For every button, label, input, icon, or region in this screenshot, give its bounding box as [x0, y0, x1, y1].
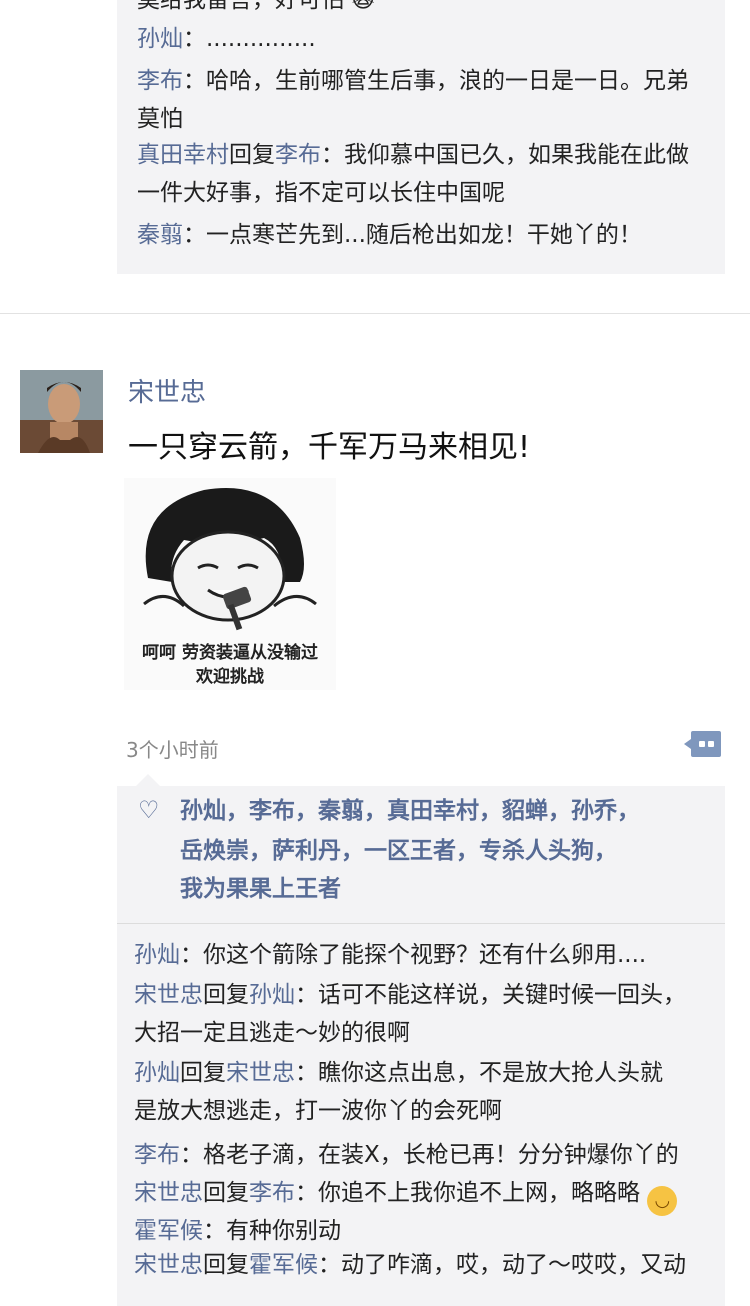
commenter-name[interactable]: 宋世忠 [134, 1252, 203, 1278]
dot-icon [699, 741, 705, 747]
like-user[interactable]: 貂蝉 [502, 798, 548, 824]
like-user[interactable]: 真田幸村 [387, 798, 479, 824]
comment-line[interactable]: 李布：哈哈，生前哪管生后事，浪的一日是一日。兄弟 [137, 62, 689, 100]
likes-list: 岳焕崇，萨利丹，一区王者，专杀人头狗， [180, 838, 617, 864]
comment-line[interactable]: 秦翦：一点寒芒先到...随后枪出如龙！干她丫的！ [137, 216, 642, 254]
comment-line[interactable]: 霍军候：有种你别动 [134, 1212, 341, 1250]
reply-target-name[interactable]: 李布 [275, 142, 321, 168]
comment-line[interactable]: 宋世忠回复孙灿：话可不能这样说，关键时候一回头， [134, 976, 686, 1014]
post-author-name[interactable]: 宋世忠 [128, 372, 206, 409]
heart-icon: ♡ [138, 796, 160, 824]
like-user[interactable]: 我为果果上王者 [180, 876, 341, 902]
commenter-name[interactable]: 李布 [137, 68, 183, 94]
commenter-name[interactable]: 孙灿 [137, 26, 183, 52]
commenter-name[interactable]: 李布 [134, 1142, 180, 1168]
post-divider [0, 313, 750, 314]
comment-line-continued: 莫怕 [137, 106, 183, 132]
comment-line[interactable]: 孙灿：............... [137, 20, 316, 58]
like-user[interactable]: 一区王者 [364, 838, 456, 864]
like-user[interactable]: 孙乔 [571, 798, 617, 824]
reply-target-name[interactable]: 李布 [249, 1180, 295, 1206]
comment-menu-button[interactable] [684, 731, 721, 757]
reply-target-name[interactable]: 霍军候 [249, 1252, 318, 1278]
commenter-name[interactable]: 宋世忠 [134, 982, 203, 1008]
like-user[interactable]: 孙灿 [180, 798, 226, 824]
commenter-name[interactable]: 孙灿 [134, 1060, 180, 1086]
likes-list: 孙灿，李布，秦翦，真田幸村，貂蝉，孙乔， [180, 798, 640, 824]
commenter-name[interactable]: 秦翦 [137, 222, 183, 248]
post-text: 一只穿云箭，千军万马来相见! [128, 430, 531, 465]
like-user[interactable]: 岳焕崇 [180, 838, 249, 864]
comment-line[interactable]: 孙灿回复宋世忠：瞧你这点出息，不是放大抢人头就 [134, 1054, 663, 1092]
comment-line-continued: 一件大好事，指不定可以长住中国呢 [137, 180, 505, 206]
like-user[interactable]: 李布 [249, 798, 295, 824]
meme-image[interactable]: 呵呵 劳资装逼从没输过 欢迎挑战 [124, 478, 336, 690]
like-user[interactable]: 萨利丹 [272, 838, 341, 864]
dot-icon [708, 741, 714, 747]
post-timestamp: 3个小时前 [126, 738, 219, 762]
commenter-name[interactable]: 孙灿 [134, 942, 180, 968]
like-user[interactable]: 秦翦 [318, 798, 364, 824]
comments-box-pointer [136, 774, 160, 786]
reply-target-name[interactable]: 宋世忠 [226, 1060, 295, 1086]
commenter-name[interactable]: 真田幸村 [137, 142, 229, 168]
comment-line-continued: 是放大想逃走，打一波你丫的会死啊 [134, 1098, 502, 1124]
like-user[interactable]: 专杀人头狗 [479, 838, 594, 864]
comment-line: 莫给我留言，好可怕 🙀 [137, 0, 376, 13]
grin-emoji-icon: ◡ [647, 1186, 678, 1216]
likes-divider [117, 923, 725, 924]
likes-list: 我为果果上王者 [180, 870, 341, 908]
comment-line[interactable]: 真田幸村回复李布：我仰慕中国已久，如果我能在此做 [137, 136, 689, 174]
comment-line-continued: 大招一定且逃走～妙的很啊 [134, 1020, 410, 1046]
meme-caption: 欢迎挑战 [196, 667, 264, 687]
commenter-name[interactable]: 宋世忠 [134, 1180, 203, 1206]
comment-line[interactable]: 宋世忠回复李布：你追不上我你追不上网，略略略 ◡ [134, 1174, 678, 1216]
reply-target-name[interactable]: 孙灿 [249, 982, 295, 1008]
comment-line[interactable]: 宋世忠回复霍军候：动了咋滴，哎，动了～哎哎，又动 [134, 1246, 686, 1284]
comment-line[interactable]: 李布：格老子滴，在装X，长枪已再！分分钟爆你丫的 [134, 1136, 679, 1174]
comment-line[interactable]: 孙灿：你这个箭除了能探个视野？还有什么卵用.... [134, 936, 646, 974]
meme-caption: 呵呵 劳资装逼从没输过 [142, 643, 318, 663]
commenter-name[interactable]: 霍军候 [134, 1218, 203, 1244]
avatar[interactable] [20, 370, 103, 453]
